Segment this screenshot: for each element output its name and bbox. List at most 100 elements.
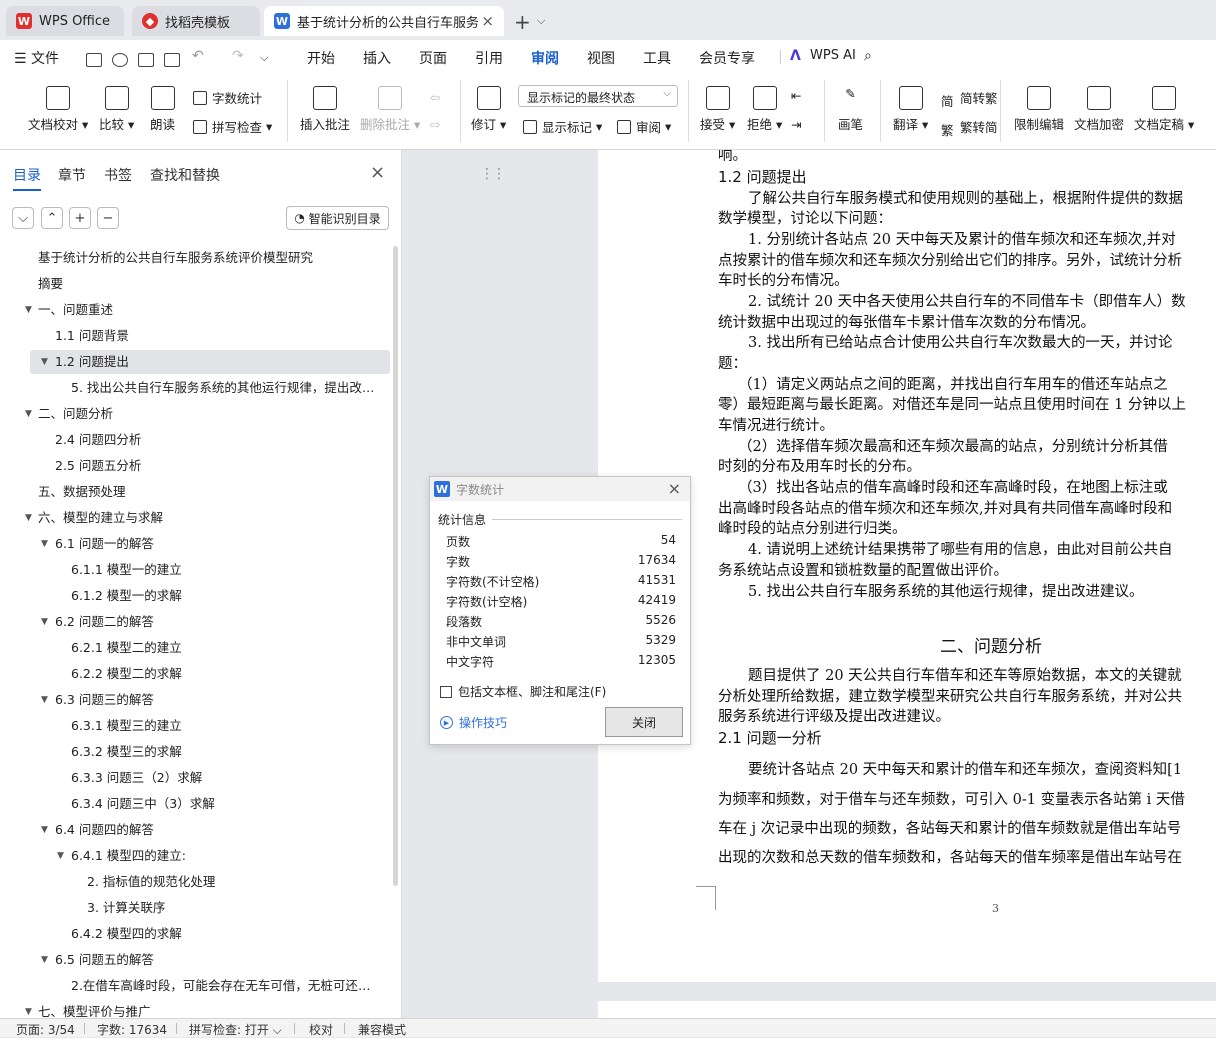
tab-wps-office[interactable]: W WPS Office bbox=[6, 6, 124, 36]
next-document-page[interactable] bbox=[598, 1001, 1216, 1018]
toc-item[interactable]: 6.2.2 模型二的求解 bbox=[0, 662, 384, 686]
dialog-close-button[interactable]: 关闭 bbox=[605, 707, 683, 737]
expand-up-icon[interactable]: ⌃ bbox=[41, 207, 63, 229]
chevron-down-icon[interactable]: ⌵ bbox=[537, 14, 545, 28]
delete-comment-button[interactable]: 删除批注 ▾ bbox=[360, 86, 420, 133]
spell-check-button[interactable]: 拼写检查 ▾ bbox=[193, 117, 272, 136]
nav-scrollbar[interactable] bbox=[393, 246, 398, 886]
menu-member[interactable]: 会员专享 bbox=[699, 48, 755, 68]
next-comment-icon[interactable]: ⇨ bbox=[430, 117, 440, 132]
doc-text-line[interactable]: 数学模型，讨论以下问题： bbox=[718, 207, 892, 228]
tab-close-icon[interactable]: × bbox=[481, 12, 494, 30]
doc-text-line[interactable]: 为频率和频数，对于借车与还车频数，可引入 0-1 变量表示各站第 i 天借 bbox=[718, 788, 1185, 809]
toc-item[interactable]: 一、问题重述 ▼ bbox=[0, 298, 384, 322]
redo-icon[interactable]: ↷ bbox=[232, 48, 244, 64]
menu-home[interactable]: 开始 bbox=[307, 48, 335, 68]
menu-references[interactable]: 引用 bbox=[475, 48, 503, 68]
pen-button[interactable]: ✎ 画笔 bbox=[838, 86, 863, 133]
checkbox-box[interactable] bbox=[440, 685, 452, 698]
toc-item[interactable]: 6.1.2 模型一的求解 bbox=[0, 584, 384, 608]
doc-text-line[interactable]: （1）请定义两站点之间的距离，并找出自行车用车的借还车站点之 bbox=[738, 373, 1168, 394]
expand-toggle-icon[interactable]: ▼ bbox=[57, 844, 64, 868]
doc-text-line[interactable]: 出高峰时段各站点的借车频次和还车频次,并对具有共同借车高峰时段和 bbox=[718, 497, 1172, 518]
toc-item[interactable]: 1.2 问题提出 ▼ bbox=[30, 350, 390, 374]
doc-text-line[interactable]: 车在 j 次记录中出现的频数，各站每天和累计的借车频数就是借出车站号 bbox=[718, 817, 1181, 838]
toc-item[interactable]: 6.2.1 模型二的建立 bbox=[0, 636, 384, 660]
toc-item[interactable]: 6.2 问题二的解答 ▼ bbox=[0, 610, 384, 634]
include-textbox-checkbox[interactable]: 包括文本框、脚注和尾注(F) bbox=[440, 683, 606, 700]
doc-text-line[interactable]: 2. 试统计 20 天中各天使用公共自行车的不同借车卡（即借车人）数 bbox=[748, 290, 1186, 311]
toc-item[interactable]: 基于统计分析的公共自行车服务系统评价模型研究 bbox=[0, 246, 384, 270]
toc-item[interactable]: 6.3 问题三的解答 ▼ bbox=[0, 688, 384, 712]
status-word-count[interactable]: 字数: 17634 bbox=[97, 1021, 167, 1038]
toc-item[interactable]: 6.4 问题四的解答 ▼ bbox=[0, 818, 384, 842]
toc-item[interactable]: 6.1.1 模型一的建立 bbox=[0, 558, 384, 582]
nav-tab-toc[interactable]: 目录 bbox=[13, 165, 41, 191]
nav-tab-bookmarks[interactable]: 书签 bbox=[104, 165, 132, 185]
print-icon[interactable] bbox=[138, 53, 154, 67]
add-heading-icon[interactable]: + bbox=[69, 207, 91, 229]
toc-item[interactable]: 七、模型评价与推广 ▼ bbox=[0, 1000, 384, 1018]
toc-item[interactable]: 6.3.2 模型三的求解 bbox=[0, 740, 384, 764]
collapse-all-icon[interactable]: ⌵ bbox=[12, 207, 34, 229]
status-page[interactable]: 页面: 3/54 bbox=[16, 1021, 75, 1038]
doc-text-line[interactable]: 统计数据中出现过的每张借车卡累计借车次数的分布情况。 bbox=[718, 311, 1095, 332]
doc-text-line[interactable]: 务系统站点设置和锁桩数量的配置做出评价。 bbox=[718, 559, 1008, 580]
status-spell-check[interactable]: 拼写检查: 打开 ⌵ bbox=[189, 1021, 282, 1038]
expand-toggle-icon[interactable]: ▼ bbox=[41, 532, 48, 556]
toc-item[interactable]: 2.5 问题五分析 bbox=[0, 454, 384, 478]
restrict-edit-button[interactable]: 限制编辑 bbox=[1014, 86, 1064, 133]
word-count-button[interactable]: 字数统计 bbox=[193, 88, 262, 107]
toc-item[interactable]: 6.3.1 模型三的建立 bbox=[0, 714, 384, 738]
next-change-icon[interactable]: ⇥ bbox=[791, 117, 801, 132]
doc-check-button[interactable]: 文档校对 ▾ bbox=[28, 86, 88, 133]
toc-item[interactable]: 5. 找出公共自行车服务系统的其他运行规律，提出改进建议。 bbox=[0, 376, 384, 400]
doc-text-line[interactable]: 点按累计的借车频次和还车频次分别给出它们的排序。另外，试统计分析 bbox=[718, 249, 1182, 270]
toc-item[interactable]: 6.3.3 问题三（2）求解 bbox=[0, 766, 384, 790]
toc-item[interactable]: 二、问题分析 ▼ bbox=[0, 402, 384, 426]
toc-item[interactable]: 6.4.1 模型四的建立: ▼ bbox=[0, 844, 384, 868]
toc-item[interactable]: 六、模型的建立与求解 ▼ bbox=[0, 506, 384, 530]
doc-text-line[interactable]: 1. 分别统计各站点 20 天中每天及累计的借车频次和还车频次,并对 bbox=[748, 228, 1176, 249]
expand-toggle-icon[interactable]: ▼ bbox=[25, 506, 32, 530]
search-icon[interactable]: ⌕ bbox=[864, 48, 872, 64]
save-icon[interactable] bbox=[86, 53, 102, 67]
expand-toggle-icon[interactable]: ▼ bbox=[41, 610, 48, 634]
toc-item[interactable]: 6.5 问题五的解答 ▼ bbox=[0, 948, 384, 972]
menu-insert[interactable]: 插入 bbox=[363, 48, 391, 68]
smart-toc-button[interactable]: ◔ 智能识别目录 bbox=[286, 206, 389, 230]
doc-heading[interactable]: 二、问题分析 bbox=[940, 632, 1042, 657]
status-proofread[interactable]: 校对 bbox=[309, 1021, 333, 1038]
toc-item[interactable]: 2. 指标值的规范化处理 bbox=[0, 870, 384, 894]
dialog-close-icon[interactable]: × bbox=[668, 479, 681, 498]
new-tab-plus-icon[interactable]: + bbox=[514, 10, 531, 34]
show-marks-button[interactable]: 显示标记 ▾ bbox=[523, 117, 602, 136]
review-pane-button[interactable]: 审阅 ▾ bbox=[617, 117, 671, 136]
compare-button[interactable]: 比较 ▾ bbox=[99, 86, 134, 133]
encrypt-button[interactable]: 文档加密 bbox=[1074, 86, 1124, 133]
doc-text-line[interactable]: 峰时段的站点分别进行归类。 bbox=[718, 517, 907, 538]
insert-comment-button[interactable]: 插入批注 bbox=[300, 86, 350, 133]
menu-view[interactable]: 视图 bbox=[587, 48, 615, 68]
expand-toggle-icon[interactable]: ▼ bbox=[25, 1000, 32, 1018]
doc-text-line[interactable]: 题目提供了 20 天公共自行车借车和还车等原始数据，本文的关键就 bbox=[748, 664, 1182, 685]
doc-text-line[interactable]: 分析处理所给数据，建立数学模型来研究公共自行车服务系统，并对公共 bbox=[718, 685, 1182, 706]
close-icon[interactable]: × bbox=[370, 162, 385, 183]
toc-item[interactable]: 1.1 问题背景 bbox=[0, 324, 384, 348]
doc-text-line[interactable]: （3）找出各站点的借车高峰时段和还车高峰时段，在地图上标注或 bbox=[738, 476, 1168, 497]
toc-item[interactable]: 2.在借车高峰时段，可能会存在无车可借，无桩可还的情况。 bbox=[0, 974, 384, 998]
drag-handle-icon[interactable]: ⋮⋮ bbox=[480, 166, 506, 182]
toc-item[interactable]: 摘要 bbox=[0, 272, 384, 296]
doc-text-line[interactable]: 零）最短距离与最长距离。对借还车是同一站点且使用时间在 1 分钟以上 bbox=[718, 393, 1186, 414]
dialog-title-bar[interactable]: W 字数统计 × bbox=[430, 477, 690, 501]
previous-change-icon[interactable]: ⇤ bbox=[791, 88, 801, 103]
previous-comment-icon[interactable]: ⇦ bbox=[430, 90, 440, 105]
undo-icon[interactable]: ↶ bbox=[192, 48, 204, 64]
doc-text-line[interactable]: （2）选择借车频次最高和还车频次最高的站点，分别统计分析其借 bbox=[738, 435, 1168, 456]
tab-docer-templates[interactable]: ◆ 找稻壳模板 bbox=[132, 6, 260, 36]
expand-toggle-icon[interactable]: ▼ bbox=[41, 818, 48, 842]
expand-toggle-icon[interactable]: ▼ bbox=[25, 298, 32, 322]
to-traditional-button[interactable]: 简简转繁 bbox=[941, 88, 998, 109]
doc-heading[interactable]: 1.2 问题提出 bbox=[718, 166, 807, 187]
doc-text-line[interactable]: 时刻的分布及用车时长的分布。 bbox=[718, 455, 921, 476]
